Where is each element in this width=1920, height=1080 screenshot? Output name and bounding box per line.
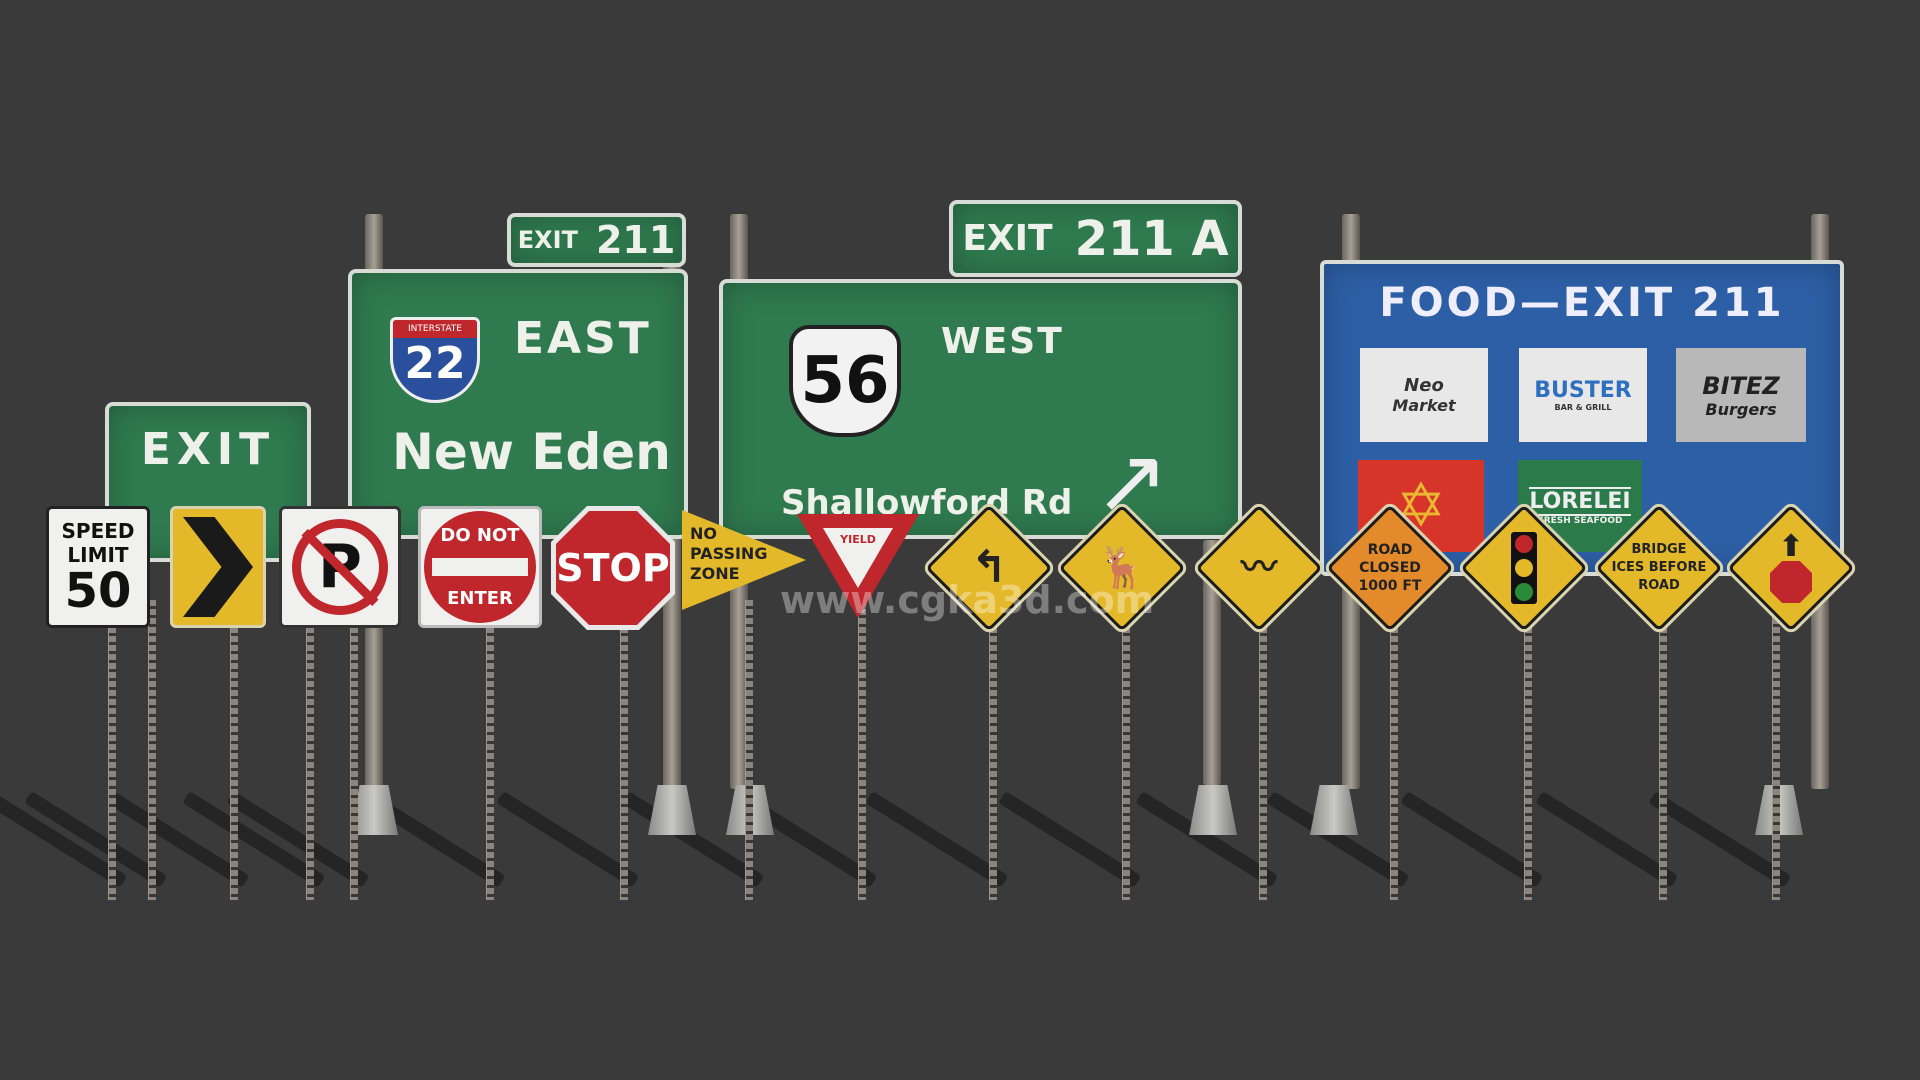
sign-post: [1659, 600, 1667, 900]
speed-line1: SPEED: [61, 519, 135, 543]
shadow: [496, 791, 640, 888]
curve-arrow-icon: ↰: [970, 542, 1008, 593]
sign-post: [350, 600, 358, 900]
destination-text: New Eden: [392, 423, 671, 481]
no-parking-sign: P: [279, 506, 401, 628]
pole-base: [648, 785, 696, 835]
logo-sub: Burgers: [1705, 399, 1777, 419]
logo-buster: BUSTER BAR & GRILL: [1519, 348, 1647, 442]
sign-post: [745, 600, 753, 900]
logo-sub: Market: [1392, 396, 1456, 415]
traffic-light-icon: [1511, 532, 1537, 604]
sign-post: [108, 600, 116, 900]
exit-text: EXIT: [140, 424, 276, 475]
sign-post: [1122, 600, 1130, 900]
food-title: FOOD—EXIT 211: [1379, 280, 1785, 326]
stop-ahead-sign: ⬆: [1723, 500, 1859, 636]
direction-text: WEST: [941, 321, 1064, 362]
direction-text: EAST: [514, 313, 652, 364]
exit-tab-label: EXIT: [962, 218, 1053, 259]
sign-post: [1259, 600, 1267, 900]
speed-limit-sign: SPEED LIMIT 50: [46, 506, 150, 628]
logo-sub: BAR & GRILL: [1554, 403, 1612, 412]
road-closed-sign: ROAD CLOSED 1000 FT: [1322, 500, 1458, 636]
west-guide-sign: 56 WEST Shallowford Rd ↑: [719, 279, 1242, 549]
sign-post: [306, 600, 314, 900]
slippery-car-icon: 〰: [1240, 547, 1277, 588]
rc-line2: CLOSED: [1359, 560, 1421, 576]
sign-post: [1524, 600, 1532, 900]
sign-post: [1390, 600, 1398, 900]
chevron-right-icon: [183, 517, 253, 617]
sign-post: [620, 600, 628, 900]
do-not-enter-sign: DO NOT ENTER: [418, 506, 542, 628]
dne-line2: ENTER: [447, 588, 513, 609]
slippery-road-sign: 〰: [1191, 500, 1327, 636]
shield-top: INTERSTATE: [393, 320, 477, 338]
logo-name: BITEZ: [1702, 371, 1780, 400]
speed-value: 50: [64, 563, 132, 619]
bridge-ices-sign: BRIDGE ICES BEFORE ROAD: [1591, 500, 1727, 636]
yield-text: YIELD: [840, 533, 876, 546]
rc-line3: 1000 FT: [1358, 578, 1422, 594]
stop-octagon-icon: [1770, 561, 1812, 603]
shield-number: 22: [404, 338, 466, 389]
sign-post: [486, 600, 494, 900]
sign-post: [148, 600, 156, 900]
bridge-line2: ICES BEFORE: [1611, 560, 1707, 575]
sign-post: [858, 600, 866, 900]
sign-post: [1772, 600, 1780, 900]
exit-tab-211a: EXIT 211 A: [949, 200, 1242, 277]
logo-bitez-burgers: BITEZ Burgers: [1676, 348, 1806, 442]
stop-text: STOP: [556, 546, 670, 590]
sign-post: [989, 600, 997, 900]
bridge-line3: ROAD: [1638, 578, 1680, 593]
chevron-sign: [170, 506, 266, 628]
shield-number: 56: [800, 344, 890, 418]
shadow: [865, 791, 1009, 888]
dne-line1: DO NOT: [440, 525, 520, 546]
interstate-shield: INTERSTATE 22: [390, 317, 480, 403]
pole-base: [1189, 785, 1237, 835]
stop-sign: STOP: [551, 506, 675, 630]
east-guide-sign: INTERSTATE 22 EAST New Eden: [348, 269, 688, 539]
np-line2: PASSING: [690, 544, 768, 563]
exit-tab-211: EXIT 211: [507, 213, 686, 267]
signal-ahead-sign: [1456, 500, 1592, 636]
exit-tab-label: EXIT: [517, 226, 578, 254]
bridge-line1: BRIDGE: [1631, 542, 1687, 557]
logo-name: BUSTER: [1534, 378, 1632, 403]
watermark: www.cgka3d.com: [780, 578, 1155, 622]
us-route-shield: 56: [789, 325, 901, 437]
no-parking-icon: P: [292, 519, 388, 615]
sign-post: [230, 600, 238, 900]
exit-tab-number: 211: [595, 218, 676, 262]
shadow: [998, 791, 1142, 888]
logo-name: Neo: [1404, 375, 1444, 396]
shadow: [1400, 791, 1544, 888]
pole-base: [1310, 785, 1358, 835]
arrow-up-icon: ⬆: [1778, 529, 1804, 564]
shadow: [106, 791, 250, 888]
logo-neo-market: Neo Market: [1360, 348, 1488, 442]
rc-line1: ROAD: [1367, 542, 1413, 558]
exit-tab-number: 211 A: [1074, 210, 1229, 267]
deer-icon: 🦌: [1097, 545, 1147, 591]
